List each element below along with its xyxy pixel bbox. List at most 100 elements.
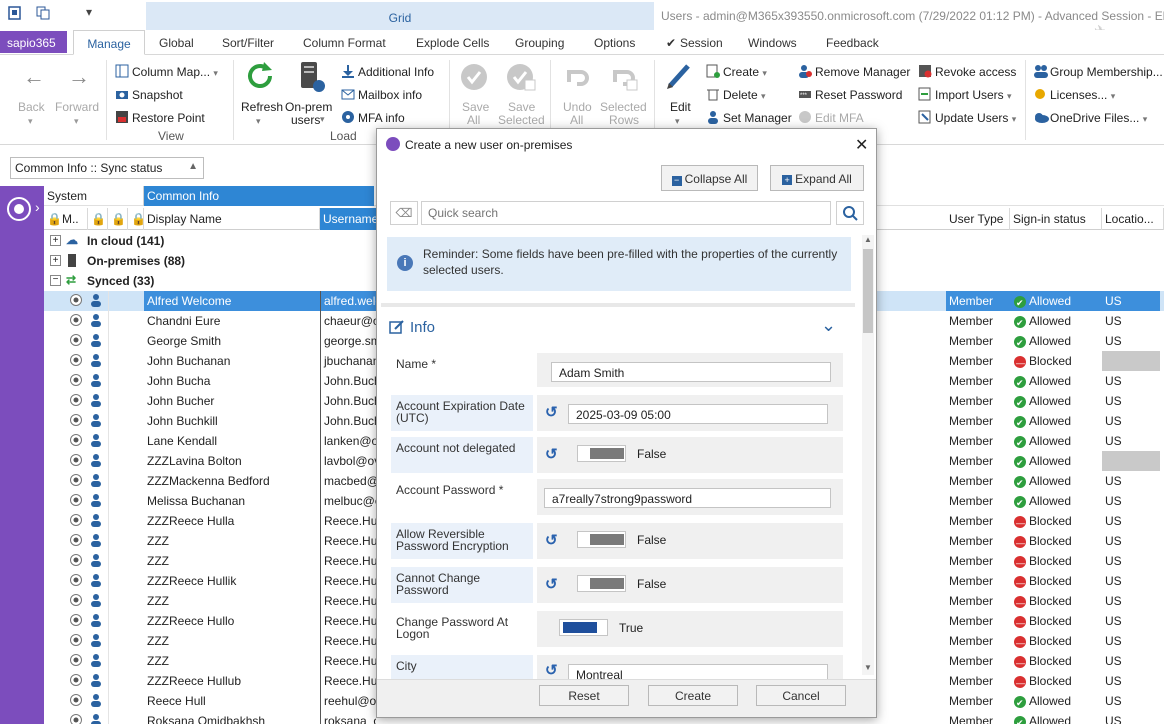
cell-display-name[interactable]: Melissa Buchanan — [144, 491, 320, 511]
cell-user-type[interactable]: Member — [946, 451, 1010, 471]
cell-location[interactable]: US — [1102, 671, 1160, 691]
cell-user-type[interactable]: Member — [946, 571, 1010, 591]
cell-username[interactable]: george.sm — [320, 331, 376, 351]
cell-location[interactable]: US — [1102, 431, 1160, 451]
cell-display-name[interactable]: John Bucha — [144, 371, 320, 391]
cell-location[interactable] — [1102, 351, 1160, 371]
cell-location[interactable]: US — [1102, 611, 1160, 631]
cell-location[interactable]: US — [1102, 471, 1160, 491]
cell-signin-status[interactable]: — Blocked — [1010, 591, 1102, 611]
cell-location[interactable]: US — [1102, 511, 1160, 531]
cell-display-name[interactable]: ZZZLavina Bolton — [144, 451, 320, 471]
col-m[interactable]: 🔒M.. — [44, 208, 88, 230]
cell-display-name[interactable]: Reece Hull — [144, 691, 320, 711]
cell-user-type[interactable]: Member — [946, 631, 1010, 651]
radio-icon[interactable] — [66, 671, 86, 691]
cell-username[interactable]: Reece.Hul — [320, 511, 376, 531]
tab-manage[interactable]: Manage — [73, 30, 145, 55]
collapse-all-button[interactable]: − Collapse All — [661, 165, 758, 191]
cell-display-name[interactable]: Lane Kendall — [144, 431, 320, 451]
onprem-dropdown-icon[interactable]: ▾ — [320, 114, 325, 125]
column-map-button[interactable]: Column Map... ▾ — [115, 64, 218, 79]
cell-location[interactable]: US — [1102, 531, 1160, 551]
city-input[interactable]: Montreal — [568, 664, 828, 680]
radio-icon[interactable] — [66, 571, 86, 591]
eraser-icon[interactable]: ⌫ — [390, 201, 418, 225]
cell-display-name[interactable]: Alfred Welcome — [144, 291, 320, 311]
cell-signin-status[interactable]: ✔ Allowed — [1010, 331, 1102, 351]
cell-signin-status[interactable]: — Blocked — [1010, 551, 1102, 571]
reset-password-button[interactable]: *** Reset Password — [798, 87, 902, 102]
cell-username[interactable]: Reece.Hul — [320, 611, 376, 631]
cell-user-type[interactable]: Member — [946, 291, 1010, 311]
cell-username[interactable]: macbed@c — [320, 471, 376, 491]
radio-icon[interactable] — [66, 431, 86, 451]
undo-selected-button[interactable] — [607, 62, 639, 95]
radio-icon[interactable] — [66, 631, 86, 651]
cell-display-name[interactable]: ZZZ — [144, 551, 320, 571]
create-button[interactable]: Create — [648, 685, 738, 706]
cell-display-name[interactable]: John Buchkill — [144, 411, 320, 431]
cell-display-name[interactable]: ZZZ — [144, 631, 320, 651]
cell-signin-status[interactable]: ✔ Allowed — [1010, 431, 1102, 451]
expand-plus-icon[interactable]: + — [50, 235, 61, 246]
forward-dropdown-icon[interactable]: ▾ — [74, 116, 79, 127]
cell-signin-status[interactable]: ✔ Allowed — [1010, 451, 1102, 471]
cell-location[interactable]: US — [1102, 591, 1160, 611]
cell-location[interactable]: US — [1102, 411, 1160, 431]
cell-display-name[interactable]: ZZZReece Hullik — [144, 571, 320, 591]
cell-username[interactable]: lanken@ov — [320, 431, 376, 451]
chevron-right-icon[interactable]: › — [35, 199, 40, 215]
cell-location[interactable]: US — [1102, 551, 1160, 571]
radio-icon[interactable] — [66, 411, 86, 431]
cancel-button[interactable]: Cancel — [756, 685, 846, 706]
exp-date-input[interactable]: 2025-03-09 05:00 — [568, 404, 828, 424]
tab-options[interactable]: Options — [594, 30, 635, 55]
col-display-name[interactable]: Display Name — [144, 208, 320, 230]
cell-signin-status[interactable]: — Blocked — [1010, 351, 1102, 371]
onedrive-files-button[interactable]: OneDrive Files... ▾ — [1033, 110, 1147, 125]
back-dropdown-icon[interactable]: ▾ — [28, 116, 33, 127]
cell-username[interactable]: Reece.Hul — [320, 631, 376, 651]
radio-icon[interactable] — [66, 691, 86, 711]
cell-user-type[interactable]: Member — [946, 351, 1010, 371]
refresh-dropdown-icon[interactable]: ▾ — [256, 116, 261, 127]
password-input[interactable]: a7really7strong9password — [544, 488, 831, 508]
radio-icon[interactable] — [66, 371, 86, 391]
expand-all-button[interactable]: + Expand All — [770, 165, 864, 191]
radio-icon[interactable] — [66, 291, 86, 311]
cell-signin-status[interactable]: — Blocked — [1010, 511, 1102, 531]
not-delegated-toggle[interactable] — [577, 445, 626, 462]
onprem-users-button[interactable] — [297, 60, 327, 97]
cell-signin-status[interactable]: ✔ Allowed — [1010, 391, 1102, 411]
cell-username[interactable]: jbuchanan — [320, 351, 376, 371]
radio-icon[interactable] — [66, 491, 86, 511]
cell-user-type[interactable]: Member — [946, 411, 1010, 431]
cell-display-name[interactable]: ZZZReece Hullub — [144, 671, 320, 691]
reset-field-icon[interactable]: ↺ — [545, 531, 558, 549]
reset-field-icon[interactable]: ↺ — [545, 661, 558, 679]
undo-all-button[interactable] — [561, 62, 591, 95]
refresh-button[interactable] — [244, 60, 276, 95]
col-lock-2[interactable]: 🔒 — [108, 208, 128, 230]
cell-user-type[interactable]: Member — [946, 671, 1010, 691]
import-users-button[interactable]: Import Users ▾ — [918, 87, 1012, 102]
cell-username[interactable]: Reece.Hul — [320, 651, 376, 671]
cell-display-name[interactable]: ZZZ — [144, 591, 320, 611]
cell-user-type[interactable]: Member — [946, 431, 1010, 451]
cell-username[interactable]: John.Buch — [320, 371, 376, 391]
col-location[interactable]: Locatio... — [1102, 208, 1164, 230]
set-manager-button[interactable]: Set Manager — [706, 110, 792, 125]
cell-user-type[interactable]: Member — [946, 491, 1010, 511]
search-button[interactable] — [836, 201, 864, 225]
cell-signin-status[interactable]: ✔ Allowed — [1010, 491, 1102, 511]
col-signin-status[interactable]: Sign-in status — [1010, 208, 1102, 230]
change-at-logon-toggle[interactable] — [559, 619, 608, 636]
cell-username[interactable]: reehul@ov — [320, 691, 376, 711]
tab-grouping[interactable]: Grouping — [515, 30, 564, 55]
column-set-selector[interactable]: Common Info :: Sync status ▲ — [10, 157, 204, 179]
tab-windows[interactable]: Windows — [748, 30, 797, 55]
licenses-button[interactable]: Licenses... ▾ — [1033, 87, 1115, 102]
cell-display-name[interactable]: ZZZ — [144, 651, 320, 671]
dialog-scrollbar[interactable]: ▲ ▼ — [862, 235, 874, 675]
